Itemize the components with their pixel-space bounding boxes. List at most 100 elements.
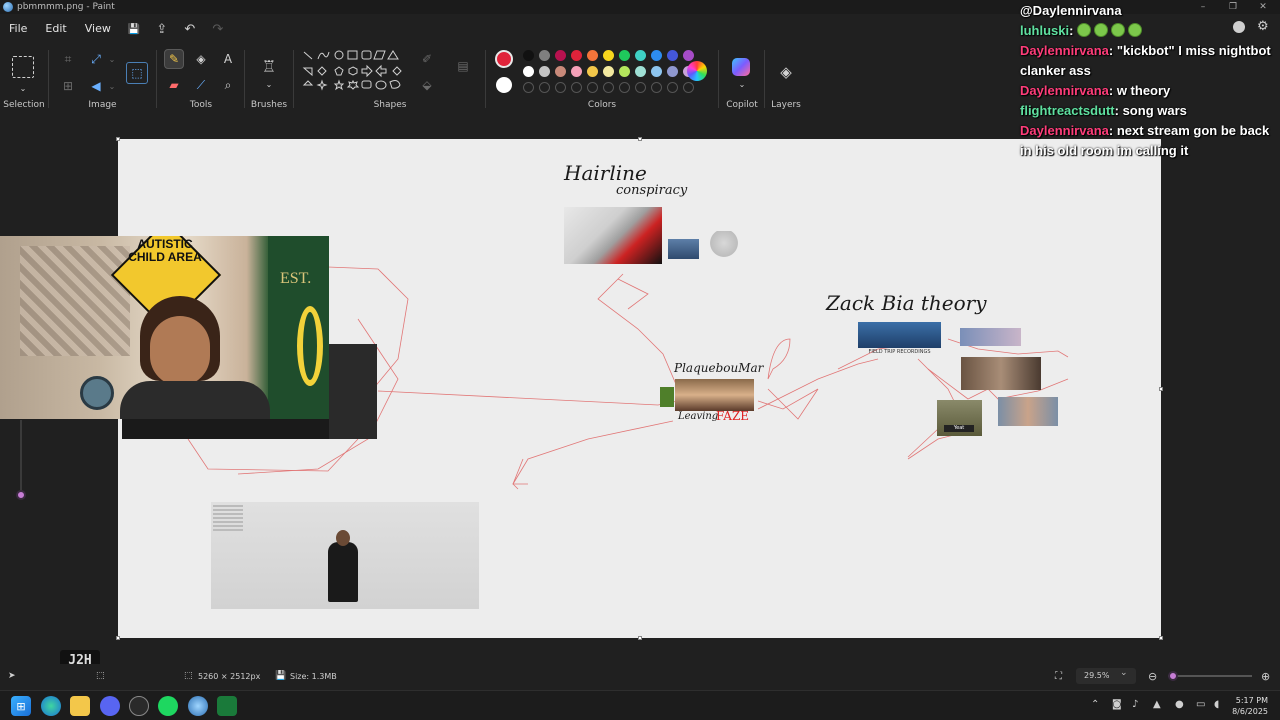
edge-browser-icon[interactable] (41, 696, 61, 716)
windows-start-icon[interactable]: ⊞ (11, 696, 31, 716)
resize-handle[interactable] (638, 636, 642, 640)
settings-gear-icon[interactable]: ⚙ (1257, 19, 1269, 34)
color-swatch[interactable] (667, 66, 678, 77)
rectangle-select-icon[interactable] (12, 56, 34, 78)
vertical-slider-thumb[interactable] (16, 490, 26, 500)
zoom-in-icon[interactable]: ⊕ (1261, 670, 1270, 683)
resize-handle[interactable] (116, 636, 120, 640)
menu-file[interactable]: File (0, 16, 36, 42)
paint-taskbar-icon[interactable] (188, 696, 208, 716)
custom-color-slot[interactable] (587, 82, 598, 93)
layers-group: ◈ Layers (766, 44, 806, 114)
divider (485, 50, 486, 108)
eraser-icon[interactable]: ▰ (164, 75, 184, 95)
fit-to-window-icon[interactable]: ⛶ (1055, 671, 1062, 682)
divider (718, 50, 719, 108)
app-tray-icon[interactable]: ▲ (1153, 699, 1161, 710)
copilot-group: ⌄ Copilot (720, 44, 764, 114)
color-swatch[interactable] (555, 66, 566, 77)
color-swatch[interactable] (571, 50, 582, 61)
custom-color-slot[interactable] (523, 82, 534, 93)
color-swatch[interactable] (539, 66, 550, 77)
chevron-up-icon[interactable]: ⌃ (1091, 699, 1099, 710)
secondary-color-swatch[interactable] (496, 77, 512, 93)
resize-handle[interactable] (638, 137, 642, 141)
custom-color-slot[interactable] (539, 82, 550, 93)
file-explorer-icon[interactable] (70, 696, 90, 716)
system-clock[interactable]: 5:17 PM 8/6/2025 (1232, 695, 1268, 717)
color-swatch[interactable] (635, 66, 646, 77)
game-icon[interactable]: ◙ (1112, 699, 1122, 710)
custom-color-slot[interactable] (619, 82, 630, 93)
account-icon[interactable] (1233, 21, 1245, 33)
share-icon[interactable]: ⇪ (148, 16, 176, 42)
color-swatch[interactable] (667, 50, 678, 61)
custom-color-slot[interactable] (603, 82, 614, 93)
zoom-slider-thumb[interactable] (1168, 671, 1179, 681)
color-swatch[interactable] (523, 50, 534, 61)
faze-label: FAZE (716, 409, 750, 423)
shapes-palette-icon[interactable] (301, 48, 413, 100)
network-icon[interactable]: ▭ (1196, 699, 1205, 710)
chevron-down-icon[interactable]: ⌄ (102, 49, 122, 69)
edit-colors-icon[interactable] (687, 61, 707, 81)
obs-icon[interactable] (129, 696, 149, 716)
primary-color-swatch[interactable] (495, 50, 513, 68)
layers-icon[interactable]: ◈ (776, 62, 796, 82)
custom-color-slot[interactable] (555, 82, 566, 93)
volume-icon[interactable]: ♪ (1132, 699, 1138, 710)
video-chat-overlay (213, 505, 243, 531)
chevron-down-icon[interactable]: ⌄ (259, 74, 279, 94)
custom-color-slot[interactable] (683, 82, 694, 93)
color-swatch[interactable] (539, 50, 550, 61)
image-select-icon[interactable]: ⬚ (126, 62, 148, 84)
brush-icon[interactable]: ♖ (259, 56, 279, 76)
color-swatch[interactable] (683, 50, 694, 61)
color-swatch[interactable] (635, 50, 646, 61)
notepad-icon[interactable] (217, 696, 237, 716)
color-swatch[interactable] (587, 66, 598, 77)
person-silhouette (328, 542, 358, 602)
color-swatch[interactable] (619, 50, 630, 61)
zoom-slider-track[interactable] (1168, 675, 1252, 677)
chevron-down-icon: ⌄ (1120, 668, 1128, 678)
color-swatch[interactable] (651, 50, 662, 61)
chevron-down-icon[interactable]: ⌄ (13, 78, 33, 98)
magnifier-icon[interactable]: ⌕ (218, 75, 238, 95)
menu-view[interactable]: View (76, 16, 120, 42)
outline-icon: ✐ (421, 52, 433, 66)
device-photo (710, 231, 738, 261)
brushes-group: ♖ ⌄ Brushes (246, 44, 292, 114)
chevron-down-icon[interactable]: ⌄ (732, 74, 752, 94)
custom-color-slot[interactable] (635, 82, 646, 93)
color-swatch[interactable] (619, 66, 630, 77)
spotify-icon[interactable] (158, 696, 178, 716)
zoom-out-icon[interactable]: ⊖ (1148, 670, 1157, 683)
color-swatch[interactable] (571, 66, 582, 77)
color-swatch[interactable] (587, 50, 598, 61)
custom-color-slot[interactable] (571, 82, 582, 93)
zoom-dropdown[interactable]: 29.5% ⌄ (1076, 668, 1136, 684)
text-icon[interactable]: A (218, 49, 238, 69)
resize-handle[interactable] (1159, 387, 1163, 391)
resize-handle[interactable] (116, 137, 120, 141)
custom-color-slot[interactable] (651, 82, 662, 93)
resize-handle[interactable] (1159, 636, 1163, 640)
color-swatch[interactable] (603, 66, 614, 77)
custom-color-slot[interactable] (667, 82, 678, 93)
color-swatch[interactable] (523, 66, 534, 77)
color-swatch[interactable] (603, 50, 614, 61)
chevron-down-icon[interactable]: ⌄ (102, 76, 122, 96)
windows-taskbar: ⊞ ⌃ ◙ ♪ ▲ ● ▭ ◖ 5:17 PM 8/6/2025 (0, 690, 1280, 720)
speaker-icon[interactable]: ◖ (1214, 699, 1219, 710)
undo-icon[interactable]: ↶ (176, 16, 204, 42)
menu-edit[interactable]: Edit (36, 16, 75, 42)
color-swatch[interactable] (651, 66, 662, 77)
save-icon[interactable]: 💾 (120, 16, 148, 42)
fill-bucket-icon[interactable]: ◈ (191, 49, 211, 69)
microphone-icon[interactable]: ● (1175, 699, 1184, 710)
color-picker-icon[interactable]: ⟋ (191, 75, 211, 95)
discord-icon[interactable] (100, 696, 120, 716)
color-swatch[interactable] (555, 50, 566, 61)
pencil-icon[interactable]: ✎ (164, 49, 184, 69)
